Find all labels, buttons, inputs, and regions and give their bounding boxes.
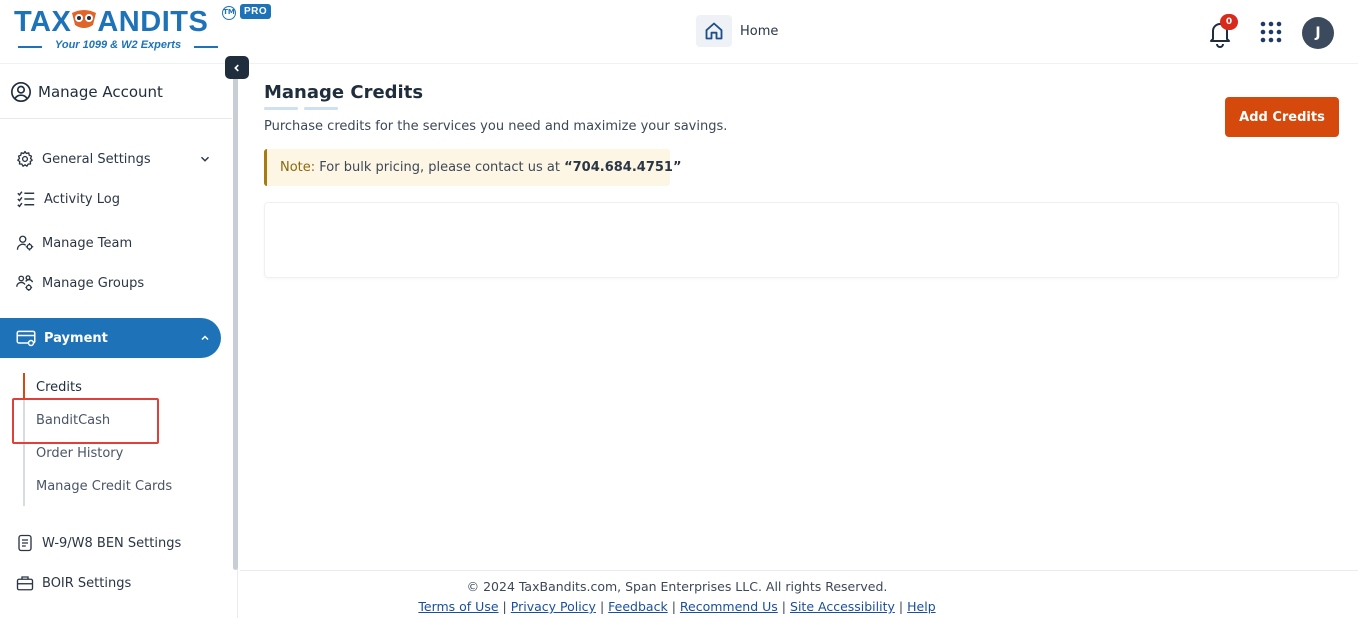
sidebar-collapse-button[interactable] bbox=[225, 56, 249, 79]
sidebar-item-label: Manage Groups bbox=[42, 275, 145, 291]
sidebar-item-boir-settings[interactable]: BOIR Settings bbox=[16, 574, 131, 592]
briefcase-icon bbox=[16, 576, 34, 591]
document-icon bbox=[18, 534, 32, 552]
home-label: Home bbox=[740, 23, 779, 39]
sidebar-item-manage-team[interactable]: Manage Team bbox=[16, 234, 132, 252]
credits-panel bbox=[264, 202, 1339, 278]
sidebar-item-label: Manage Team bbox=[42, 235, 133, 251]
page-title: Manage Credits bbox=[264, 82, 424, 103]
home-icon bbox=[696, 15, 732, 47]
sidebar-item-payment[interactable]: Payment bbox=[0, 318, 221, 358]
sidebar-item-w9-settings[interactable]: W-9/W8 BEN Settings bbox=[16, 534, 181, 552]
manage-account-label: Manage Account bbox=[38, 83, 163, 101]
footer-divider bbox=[240, 570, 1358, 571]
pro-badge: PRO bbox=[240, 4, 272, 19]
logo-text-right: ANDITS bbox=[97, 6, 209, 38]
sidebar-item-general-settings[interactable]: General Settings bbox=[16, 150, 151, 168]
payment-label: Payment bbox=[44, 330, 108, 346]
subnav-item-order-history[interactable]: Order History bbox=[36, 446, 123, 461]
user-gear-icon bbox=[16, 235, 34, 251]
chevron-down-icon[interactable] bbox=[198, 152, 212, 166]
sidebar-item-label: General Settings bbox=[42, 151, 151, 167]
sidebar-scrollbar[interactable] bbox=[233, 65, 238, 570]
logo-tagline: Your 1099 & W2 Experts bbox=[14, 39, 222, 51]
group-gear-icon bbox=[16, 275, 34, 291]
footer-separator: | bbox=[898, 599, 904, 614]
footer-copyright: © 2024 TaxBandits.com, Span Enterprises … bbox=[466, 579, 888, 594]
page-subtitle: Purchase credits for the services you ne… bbox=[264, 119, 728, 134]
footer-separator: | bbox=[502, 599, 507, 614]
logo-wordmark: TAX ANDITS bbox=[14, 6, 208, 38]
sidebar-item-label: BOIR Settings bbox=[42, 575, 132, 591]
manage-account-header[interactable]: Manage Account bbox=[10, 81, 163, 103]
top-header: TAX ANDITS TM Your 1099 & W2 Experts PRO… bbox=[0, 0, 1358, 64]
sidebar-item-label: Activity Log bbox=[44, 191, 120, 207]
user-circle-icon bbox=[11, 82, 31, 102]
subnav-item-credits[interactable]: Credits bbox=[36, 380, 82, 395]
checklist-icon bbox=[17, 191, 35, 208]
notification-count-badge: 0 bbox=[1220, 14, 1238, 30]
sidebar-item-activity-log[interactable]: Activity Log bbox=[16, 190, 120, 208]
footer-link-terms[interactable]: Terms of Use bbox=[418, 599, 498, 614]
logo-text-left: TAX bbox=[14, 6, 72, 38]
chevron-up-icon[interactable] bbox=[199, 332, 211, 344]
owl-mask-icon bbox=[72, 10, 97, 28]
gear-icon bbox=[17, 150, 33, 167]
sidebar-item-label: W-9/W8 BEN Settings bbox=[42, 535, 182, 551]
credit-card-icon bbox=[16, 330, 36, 347]
title-underline bbox=[304, 107, 338, 110]
bulk-pricing-note: Note: For bulk pricing, please contact u… bbox=[264, 149, 682, 186]
footer-separator: | bbox=[671, 599, 676, 614]
footer-separator: | bbox=[599, 599, 605, 614]
chevron-left-icon bbox=[234, 63, 239, 72]
footer-link-accessibility[interactable]: Site Accessibility bbox=[790, 599, 895, 614]
footer-link-feedback[interactable]: Feedback bbox=[608, 599, 668, 614]
title-underline bbox=[264, 107, 298, 110]
note-label: Note: bbox=[280, 160, 316, 175]
add-credits-button[interactable]: Add Credits bbox=[1225, 97, 1339, 137]
footer-link-recommend[interactable]: Recommend Us bbox=[680, 599, 778, 614]
apps-grid-icon[interactable] bbox=[1259, 20, 1283, 44]
active-indicator bbox=[23, 373, 25, 399]
sidebar-divider bbox=[0, 118, 232, 119]
user-avatar[interactable]: J bbox=[1302, 17, 1334, 49]
taxbandits-logo[interactable]: TAX ANDITS TM Your 1099 & W2 Experts PRO bbox=[14, 4, 276, 56]
footer-links: Terms of Use | Privacy Policy | Feedback | Rec… bbox=[240, 599, 1114, 614]
sidebar-item-manage-groups[interactable]: Manage Groups bbox=[16, 274, 144, 292]
footer-link-help[interactable]: Help bbox=[907, 599, 936, 614]
footer-link-privacy[interactable]: Privacy Policy bbox=[511, 599, 596, 614]
subnav-item-manage-credit-cards[interactable]: Manage Credit Cards bbox=[36, 479, 172, 494]
note-text: For bulk pricing, please contact us at bbox=[315, 160, 565, 175]
home-nav-link[interactable]: Home bbox=[696, 15, 778, 47]
banditcash-highlight-box bbox=[12, 398, 159, 444]
footer-separator: | bbox=[781, 599, 787, 614]
sidebar: Manage Account General Settings Activity… bbox=[0, 65, 238, 618]
trademark-mark: TM bbox=[222, 6, 236, 20]
note-phone[interactable]: “704.684.4751” bbox=[564, 160, 681, 175]
